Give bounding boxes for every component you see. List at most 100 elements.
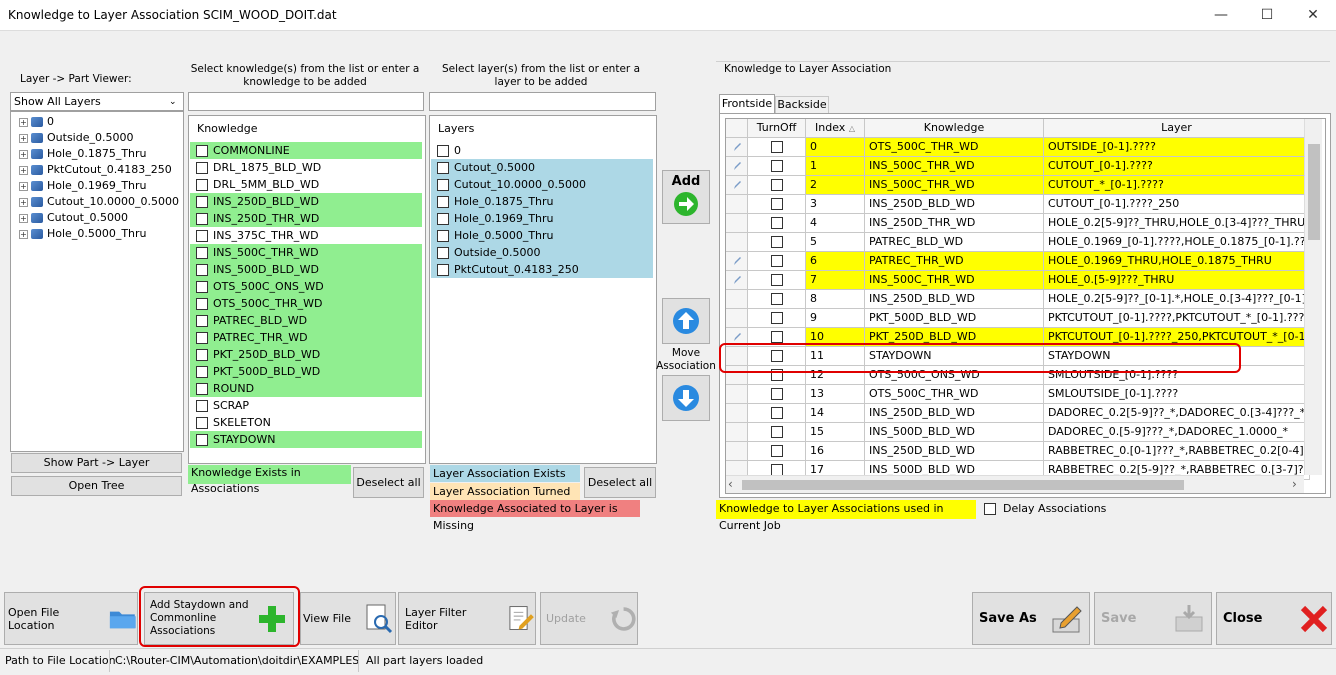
save-button[interactable]: Save (1094, 592, 1212, 645)
checkbox[interactable] (196, 161, 208, 174)
turnoff-checkbox[interactable] (770, 141, 783, 153)
checkbox[interactable] (196, 382, 208, 395)
vertical-scroll-thumb[interactable] (1308, 144, 1320, 240)
turnoff-cell[interactable] (748, 423, 806, 442)
association-grid[interactable]: TurnOff Index △ Knowledge Layer 0 OTS_500… (725, 118, 1326, 494)
header-knowledge[interactable]: Knowledge (865, 119, 1044, 138)
association-row[interactable]: 7 INS_500C_THR_WD HOLE_0.[5-9]???_THRU (726, 271, 1310, 290)
horizontal-scrollbar[interactable]: ‹ › (726, 475, 1304, 493)
tree-node[interactable]: + Outside_0.5000 (19, 130, 183, 146)
association-row[interactable]: 3 INS_250D_BLD_WD CUTOUT_[0-1].????_250 (726, 195, 1310, 214)
layer-filter-editor-button[interactable]: Layer Filter Editor (398, 592, 536, 645)
checkbox[interactable] (437, 229, 449, 242)
maximize-button[interactable]: ☐ (1244, 0, 1290, 31)
association-row[interactable]: 4 INS_250D_THR_WD HOLE_0.2[5-9]??_THRU,HOL… (726, 214, 1310, 233)
association-row[interactable]: 9 PKT_500D_BLD_WD PKTCUTOUT_[0-1].????,PKT… (726, 309, 1310, 328)
knowledge-item[interactable]: INS_500D_BLD_WD (190, 261, 422, 278)
turnoff-cell[interactable] (748, 309, 806, 328)
turnoff-cell[interactable] (748, 157, 806, 176)
close-window-button[interactable]: ✕ (1290, 0, 1336, 31)
layer-item[interactable]: Hole_0.1969_Thru (431, 210, 653, 227)
turnoff-checkbox[interactable] (770, 331, 783, 343)
deselect-layers-button[interactable]: Deselect all (584, 467, 656, 498)
update-button[interactable]: Update (540, 592, 638, 645)
view-file-button[interactable]: View File (300, 592, 396, 645)
checkbox[interactable] (196, 263, 208, 276)
checkbox[interactable] (196, 433, 208, 446)
tree-node[interactable]: + Hole_0.1969_Thru (19, 178, 183, 194)
checkbox[interactable] (437, 161, 449, 174)
checkbox[interactable] (196, 331, 208, 344)
tree-node[interactable]: + Hole_0.1875_Thru (19, 146, 183, 162)
open-file-location-button[interactable]: Open File Location (4, 592, 138, 645)
knowledge-item[interactable]: INS_250D_BLD_WD (190, 193, 422, 210)
knowledge-item[interactable]: DRL_5MM_BLD_WD (190, 176, 422, 193)
turnoff-checkbox[interactable] (770, 217, 783, 229)
expand-icon[interactable]: + (19, 133, 28, 143)
turnoff-checkbox[interactable] (770, 407, 783, 419)
close-button[interactable]: Close (1216, 592, 1332, 645)
header-turnoff[interactable]: TurnOff (748, 119, 806, 138)
association-row[interactable]: 5 PATREC_BLD_WD HOLE_0.1969_[0-1].????,HOL… (726, 233, 1310, 252)
layer-item[interactable]: Cutout_0.5000 (431, 159, 653, 176)
checkbox[interactable] (196, 314, 208, 327)
knowledge-list[interactable]: Knowledge COMMONLINE DRL_1875_BLD_WD DRL_5… (188, 115, 426, 464)
turnoff-checkbox[interactable] (770, 426, 783, 438)
knowledge-item[interactable]: INS_500C_THR_WD (190, 244, 422, 261)
save-as-button[interactable]: Save As (972, 592, 1090, 645)
association-row[interactable]: 1 INS_500C_THR_WD CUTOUT_[0-1].???? (726, 157, 1310, 176)
vertical-scrollbar[interactable] (1304, 119, 1322, 475)
checkbox[interactable] (196, 348, 208, 361)
delay-checkbox-box[interactable] (984, 502, 996, 515)
knowledge-item[interactable]: INS_375C_THR_WD (190, 227, 422, 244)
checkbox[interactable] (196, 195, 208, 208)
expand-icon[interactable]: + (19, 117, 28, 127)
layer-item[interactable]: Outside_0.5000 (431, 244, 653, 261)
turnoff-checkbox[interactable] (770, 179, 783, 191)
association-row[interactable]: 15 INS_500D_BLD_WD DADOREC_0.[5-9]???_*,DA… (726, 423, 1310, 442)
association-row[interactable]: 2 INS_500C_THR_WD CUTOUT_*_[0-1].???? (726, 176, 1310, 195)
knowledge-input[interactable] (188, 92, 424, 111)
knowledge-item[interactable]: OTS_500C_ONS_WD (190, 278, 422, 295)
header-layer[interactable]: Layer (1044, 119, 1310, 138)
turnoff-cell[interactable] (748, 404, 806, 423)
checkbox[interactable] (196, 280, 208, 293)
tree-node[interactable]: + Hole_0.5000_Thru (19, 226, 183, 242)
turnoff-cell[interactable] (748, 290, 806, 309)
knowledge-item[interactable]: PATREC_THR_WD (190, 329, 422, 346)
turnoff-checkbox[interactable] (770, 312, 783, 324)
knowledge-item[interactable]: PKT_250D_BLD_WD (190, 346, 422, 363)
expand-icon[interactable]: + (19, 197, 28, 207)
knowledge-item[interactable]: ROUND (190, 380, 422, 397)
turnoff-cell[interactable] (748, 385, 806, 404)
part-tree[interactable]: +0 + Outside_0.5000 + Hole_0.1875_Thru + PktCu… (10, 111, 184, 452)
layer-item[interactable]: PktCutout_0.4183_250 (431, 261, 653, 278)
tree-node[interactable]: + Cutout_10.0000_0.5000 (19, 194, 183, 210)
knowledge-item[interactable]: PATREC_BLD_WD (190, 312, 422, 329)
turnoff-cell[interactable] (748, 233, 806, 252)
expand-icon[interactable]: + (19, 181, 28, 191)
scroll-left-icon[interactable]: ‹ (728, 477, 733, 491)
expand-icon[interactable]: + (19, 149, 28, 159)
horizontal-scroll-thumb[interactable] (742, 480, 1184, 490)
association-row[interactable]: 6 PATREC_THR_WD HOLE_0.1969_THRU,HOLE_0.18… (726, 252, 1310, 271)
association-row[interactable]: 0 OTS_500C_THR_WD OUTSIDE_[0-1].???? (726, 138, 1310, 157)
turnoff-cell[interactable] (748, 195, 806, 214)
checkbox[interactable] (437, 212, 449, 225)
turnoff-cell[interactable] (748, 271, 806, 290)
knowledge-item[interactable]: SCRAP (190, 397, 422, 414)
checkbox[interactable] (437, 195, 449, 208)
move-up-button[interactable] (662, 298, 710, 344)
checkbox[interactable] (437, 263, 449, 276)
knowledge-item[interactable]: DRL_1875_BLD_WD (190, 159, 422, 176)
turnoff-cell[interactable] (748, 176, 806, 195)
expand-icon[interactable]: + (19, 229, 28, 239)
association-row[interactable]: 14 INS_250D_BLD_WD DADOREC_0.2[5-9]??_*,DA… (726, 404, 1310, 423)
knowledge-item[interactable]: SKELETON (190, 414, 422, 431)
checkbox[interactable] (196, 297, 208, 310)
turnoff-checkbox[interactable] (770, 198, 783, 210)
delay-associations-checkbox[interactable]: Delay Associations (984, 502, 1106, 515)
association-row[interactable]: 13 OTS_500C_THR_WD SMLOUTSIDE_[0-1].???? (726, 385, 1310, 404)
turnoff-cell[interactable] (748, 252, 806, 271)
layer-input[interactable] (429, 92, 656, 111)
